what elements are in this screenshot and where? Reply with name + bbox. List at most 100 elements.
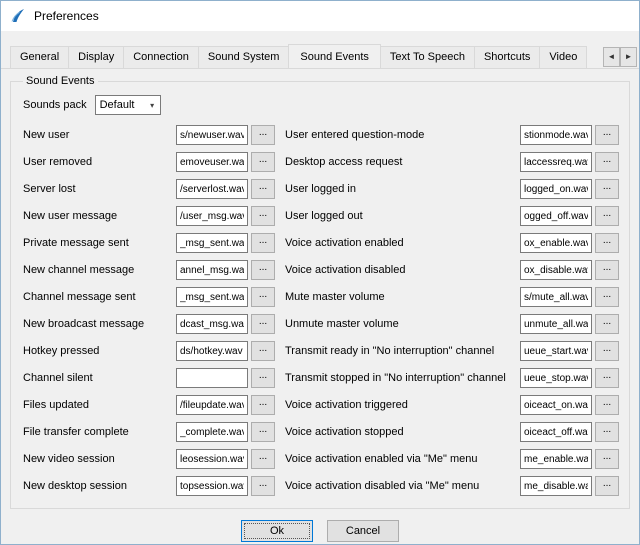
row-voice-activation-stopped: Voice activation stopped ... [285, 422, 619, 442]
browse-button[interactable]: ... [595, 314, 619, 334]
browse-button[interactable]: ... [251, 233, 275, 253]
sound-file-input[interactable] [520, 152, 592, 172]
browse-button[interactable]: ... [595, 260, 619, 280]
sound-file-input[interactable] [176, 395, 248, 415]
sound-file-input[interactable] [520, 422, 592, 442]
browse-button[interactable]: ... [595, 206, 619, 226]
row-user-logged-in: User logged in ... [285, 179, 619, 199]
sound-event-label: Files updated [23, 399, 176, 411]
sound-file-input[interactable] [176, 233, 248, 253]
browse-button[interactable]: ... [595, 368, 619, 388]
browse-button[interactable]: ... [595, 233, 619, 253]
sound-file-input[interactable] [176, 368, 248, 388]
row-private-message-sent: Private message sent ... [23, 233, 275, 253]
browse-button[interactable]: ... [251, 368, 275, 388]
sound-file-input[interactable] [176, 449, 248, 469]
sound-file-input[interactable] [520, 125, 592, 145]
sound-file-input[interactable] [520, 449, 592, 469]
browse-button[interactable]: ... [251, 125, 275, 145]
browse-button[interactable]: ... [251, 260, 275, 280]
tab-scroll-right-button[interactable]: ► [620, 47, 637, 67]
browse-button[interactable]: ... [251, 422, 275, 442]
sound-events-left-column: New user ... User removed ... Server los… [23, 125, 275, 496]
window-title: Preferences [34, 9, 99, 23]
row-new-video-session: New video session ... [23, 449, 275, 469]
browse-button[interactable]: ... [251, 449, 275, 469]
sound-file-input[interactable] [520, 476, 592, 496]
browse-button[interactable]: ... [251, 179, 275, 199]
app-icon [10, 8, 26, 24]
tab-text-to-speech[interactable]: Text To Speech [380, 46, 475, 68]
sound-event-label: Channel message sent [23, 291, 176, 303]
sound-file-input[interactable] [176, 287, 248, 307]
preferences-window: Preferences General Display Connection S… [0, 0, 640, 545]
sound-file-input[interactable] [176, 152, 248, 172]
browse-button[interactable]: ... [251, 206, 275, 226]
sound-file-input[interactable] [520, 206, 592, 226]
sounds-pack-select[interactable]: Default ▾ [95, 95, 161, 115]
tab-connection[interactable]: Connection [123, 46, 199, 68]
tab-shortcuts[interactable]: Shortcuts [474, 46, 540, 68]
sound-event-label: User entered question-mode [285, 129, 520, 141]
sound-file-input[interactable] [520, 341, 592, 361]
sound-file-input[interactable] [520, 287, 592, 307]
browse-button[interactable]: ... [251, 341, 275, 361]
browse-button[interactable]: ... [595, 341, 619, 361]
row-server-lost: Server lost ... [23, 179, 275, 199]
row-unmute-master-volume: Unmute master volume ... [285, 314, 619, 334]
sound-event-label: Voice activation disabled [285, 264, 520, 276]
browse-button[interactable]: ... [251, 476, 275, 496]
tab-video[interactable]: Video [539, 46, 587, 68]
row-user-logged-out: User logged out ... [285, 206, 619, 226]
sound-file-input[interactable] [520, 260, 592, 280]
tab-scroll-left-button[interactable]: ◄ [603, 47, 620, 67]
sound-file-input[interactable] [176, 260, 248, 280]
row-voice-activation-disabled-me-menu: Voice activation disabled via "Me" menu … [285, 476, 619, 496]
row-channel-silent: Channel silent ... [23, 368, 275, 388]
sound-event-label: Server lost [23, 183, 176, 195]
browse-button[interactable]: ... [595, 476, 619, 496]
tab-sound-system[interactable]: Sound System [198, 46, 290, 68]
browse-button[interactable]: ... [595, 179, 619, 199]
sound-event-label: Voice activation triggered [285, 399, 520, 411]
sound-event-label: Transmit ready in "No interruption" chan… [285, 345, 520, 357]
ok-button[interactable]: Ok [241, 520, 313, 542]
sound-file-input[interactable] [520, 368, 592, 388]
browse-button[interactable]: ... [251, 314, 275, 334]
row-new-user: New user ... [23, 125, 275, 145]
cancel-button[interactable]: Cancel [327, 520, 399, 542]
sound-file-input[interactable] [520, 233, 592, 253]
sound-file-input[interactable] [176, 476, 248, 496]
tab-general[interactable]: General [10, 46, 69, 68]
browse-button[interactable]: ... [595, 287, 619, 307]
sounds-pack-row: Sounds pack Default ▾ [23, 95, 619, 115]
row-user-removed: User removed ... [23, 152, 275, 172]
tab-sound-events[interactable]: Sound Events [288, 44, 381, 69]
row-new-channel-message: New channel message ... [23, 260, 275, 280]
sound-file-input[interactable] [520, 179, 592, 199]
browse-button[interactable]: ... [595, 152, 619, 172]
row-transmit-stopped-no-interruption: Transmit stopped in "No interruption" ch… [285, 368, 619, 388]
sound-file-input[interactable] [520, 395, 592, 415]
sound-file-input[interactable] [176, 422, 248, 442]
sound-file-input[interactable] [176, 206, 248, 226]
browse-button[interactable]: ... [251, 395, 275, 415]
sound-file-input[interactable] [520, 314, 592, 334]
tab-display[interactable]: Display [68, 46, 124, 68]
sound-event-label: Unmute master volume [285, 318, 520, 330]
browse-button[interactable]: ... [251, 287, 275, 307]
sound-file-input[interactable] [176, 341, 248, 361]
browse-button[interactable]: ... [595, 395, 619, 415]
sound-event-label: Hotkey pressed [23, 345, 176, 357]
browse-button[interactable]: ... [595, 422, 619, 442]
dialog-footer: Ok Cancel [1, 509, 639, 542]
tab-bar: General Display Connection Sound System … [1, 44, 639, 69]
sound-file-input[interactable] [176, 125, 248, 145]
browse-button[interactable]: ... [595, 449, 619, 469]
browse-button[interactable]: ... [595, 125, 619, 145]
sound-file-input[interactable] [176, 314, 248, 334]
sound-event-label: New user message [23, 210, 176, 222]
sound-file-input[interactable] [176, 179, 248, 199]
browse-button[interactable]: ... [251, 152, 275, 172]
sound-event-label: New desktop session [23, 480, 176, 492]
